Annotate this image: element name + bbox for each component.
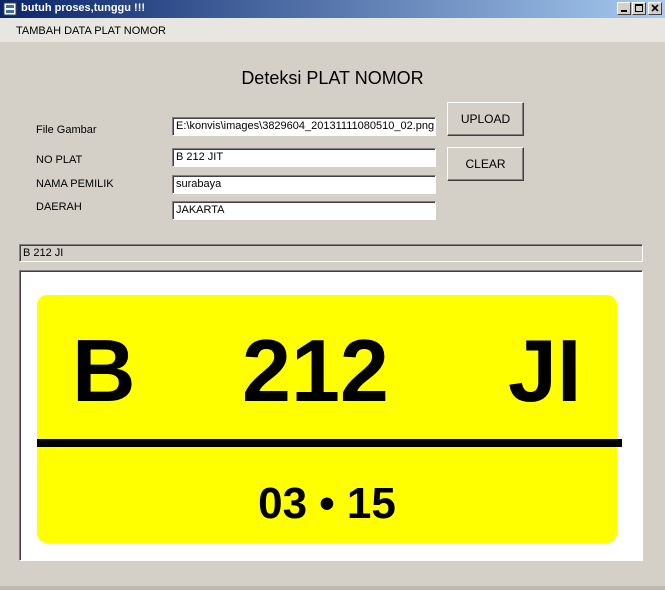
upload-button[interactable]: UPLOAD — [447, 102, 524, 136]
window-title: butuh proses,tunggu !!! — [21, 2, 146, 14]
close-icon — [651, 4, 659, 12]
title-bar: butuh proses,tunggu !!! — [0, 0, 665, 18]
bottom-border — [0, 586, 665, 590]
page-title: Deteksi PLAT NOMOR — [241, 68, 424, 88]
region-field[interactable]: JAKARTA — [172, 201, 436, 220]
menu-bar: TAMBAH DATA PLAT NOMOR — [0, 18, 665, 42]
plate-image: B 212 JI 03 • 15 — [37, 295, 622, 543]
minimize-icon — [621, 10, 627, 12]
file-path-field[interactable]: E:\konvis\images\3829604_20131111080510_… — [172, 117, 436, 136]
file-label: File Gambar — [36, 124, 97, 136]
minimize-button[interactable] — [617, 2, 631, 15]
close-button[interactable] — [648, 2, 662, 15]
plate-letters: B — [72, 321, 136, 420]
app-icon — [3, 2, 17, 16]
plate-divider — [37, 439, 622, 447]
plate-image-box: B 212 JI 03 • 15 — [19, 270, 643, 561]
plate-digits: 212 — [242, 321, 389, 420]
clear-button[interactable]: CLEAR — [447, 147, 524, 181]
maximize-button[interactable] — [632, 2, 646, 15]
menu-item-tambah-data[interactable]: TAMBAH DATA PLAT NOMOR — [16, 25, 166, 37]
plate-number-field[interactable]: B 212 JIT — [172, 148, 436, 167]
owner-label: NAMA PEMILIK — [36, 178, 114, 190]
detected-plate-result: B 212 JI — [19, 244, 643, 262]
plate-label: NO PLAT — [36, 154, 83, 166]
owner-name-field[interactable]: surabaya — [172, 175, 436, 194]
plate-suffix: JI — [508, 321, 581, 420]
maximize-icon — [635, 4, 643, 12]
plate-date: 03 • 15 — [258, 479, 396, 528]
region-label: DAERAH — [36, 201, 82, 213]
